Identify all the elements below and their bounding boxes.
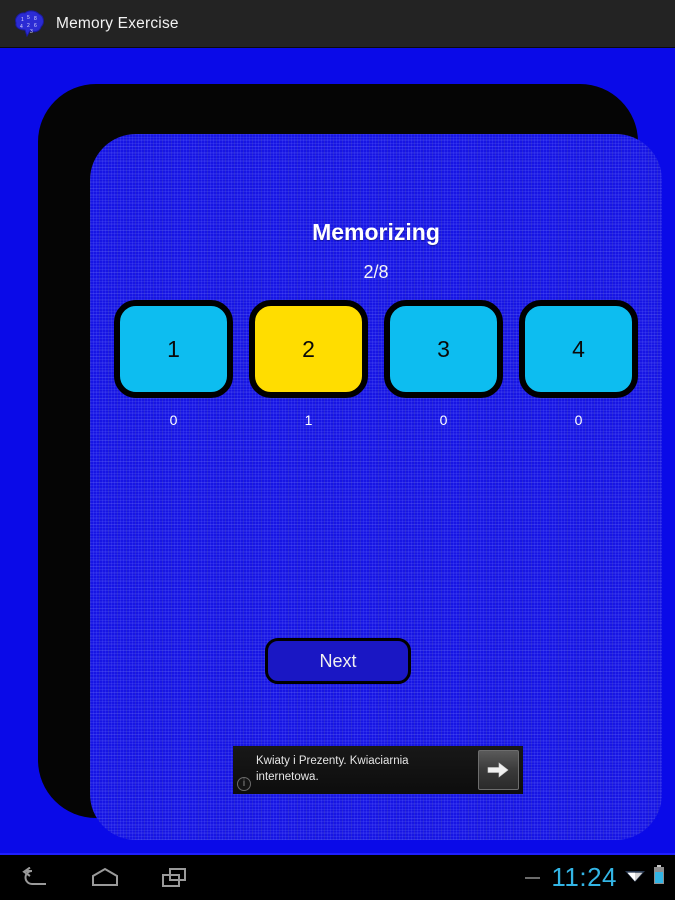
memory-tile-3-count: 0 bbox=[439, 412, 448, 428]
svg-text:5: 5 bbox=[27, 15, 30, 21]
back-arrow-icon[interactable] bbox=[0, 854, 70, 900]
brain-icon: 1 5 8 4 2 6 3 bbox=[12, 9, 46, 39]
memory-tile-3[interactable]: 3 bbox=[384, 300, 503, 398]
next-button[interactable]: Next bbox=[265, 638, 411, 684]
next-button-label: Next bbox=[319, 650, 357, 671]
progress-counter: 2/8 bbox=[363, 262, 389, 282]
svg-text:8: 8 bbox=[34, 16, 37, 22]
memory-tile-1-number: 1 bbox=[167, 335, 180, 362]
app-title-label: Memory Exercise bbox=[56, 14, 179, 32]
arrow-right-icon[interactable] bbox=[477, 750, 519, 790]
svg-text:6: 6 bbox=[34, 23, 37, 29]
memory-tile-2-number: 2 bbox=[302, 335, 315, 362]
memory-tile-1[interactable]: 1 bbox=[114, 300, 233, 398]
notification-dash-icon[interactable] bbox=[525, 876, 541, 879]
ad-banner[interactable]: Kwiaty i Prezenty. Kwiaciarnia interneto… bbox=[233, 746, 523, 794]
status-clock[interactable]: 11:24 bbox=[551, 862, 617, 893]
memory-tile-4[interactable]: 4 bbox=[519, 300, 638, 398]
page-title: Memorizing bbox=[312, 219, 440, 245]
ad-text: Kwiaty i Prezenty. Kwiaciarnia interneto… bbox=[256, 755, 409, 783]
memory-tile-1-count: 0 bbox=[169, 412, 178, 428]
rounded-panel-border: Memorizing 2/8 1 2 3 4 0 1 0 0 Next Kwia… bbox=[38, 84, 662, 840]
memory-tile-4-count: 0 bbox=[574, 412, 583, 428]
system-navigation-bar: 11:24 bbox=[0, 853, 675, 900]
memory-tile-4-number: 4 bbox=[572, 335, 585, 362]
app-title-bar: 1 5 8 4 2 6 3 Memory Exercise bbox=[0, 0, 675, 48]
ad-info-icon[interactable]: i bbox=[237, 777, 251, 791]
home-icon[interactable] bbox=[70, 854, 140, 900]
memory-tile-2[interactable]: 2 bbox=[249, 300, 368, 398]
recent-apps-icon[interactable] bbox=[140, 854, 210, 900]
tile-row: 1 2 3 4 bbox=[114, 300, 638, 400]
svg-text:3: 3 bbox=[30, 29, 33, 35]
ad-text-container[interactable]: Kwiaty i Prezenty. Kwiaciarnia interneto… bbox=[233, 746, 478, 794]
exercise-panel: Memorizing 2/8 1 2 3 4 0 1 0 0 Next Kwia… bbox=[90, 134, 662, 840]
svg-text:1: 1 bbox=[21, 17, 24, 23]
wifi-icon[interactable] bbox=[624, 866, 646, 889]
status-area: 11:24 bbox=[525, 862, 675, 893]
tile-count-row: 0 1 0 0 bbox=[114, 412, 638, 434]
svg-text:4: 4 bbox=[20, 24, 23, 30]
memory-tile-3-number: 3 bbox=[437, 335, 450, 362]
device-screen: 1 5 8 4 2 6 3 Memory Exercise Memorizing… bbox=[0, 0, 675, 900]
memory-tile-2-count: 1 bbox=[304, 412, 313, 428]
battery-icon[interactable] bbox=[653, 865, 665, 890]
app-content-area: Memorizing 2/8 1 2 3 4 0 1 0 0 Next Kwia… bbox=[0, 48, 675, 853]
